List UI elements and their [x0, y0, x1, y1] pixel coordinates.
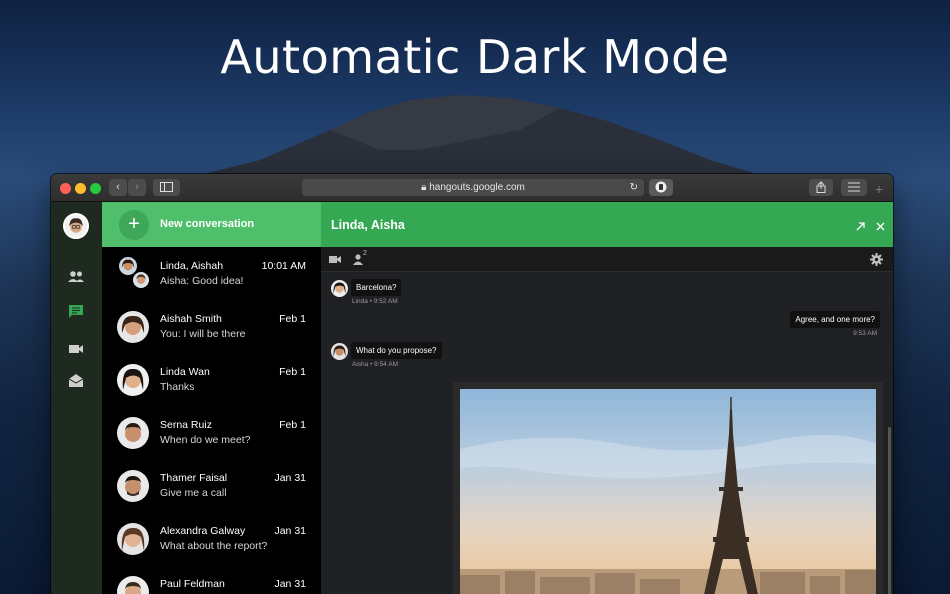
plus-icon: +: [119, 210, 149, 240]
new-tab-button[interactable]: +: [875, 182, 883, 196]
new-conversation-button[interactable]: + New conversation: [102, 202, 321, 247]
eiffel-tower-photo[interactable]: [460, 389, 876, 594]
conversation-name: Paul Feldman: [160, 578, 225, 590]
avatar-illustration: [65, 215, 87, 237]
avatar: [117, 417, 149, 449]
conversation-date: Feb 1: [279, 313, 306, 325]
list-icon: [848, 182, 860, 192]
user-avatar[interactable]: [63, 213, 89, 239]
close-icon[interactable]: [876, 222, 885, 231]
conversation-name: Thamer Faisal: [160, 472, 228, 484]
conversation-name: Aishah Smith: [160, 313, 222, 325]
reload-icon[interactable]: ↻: [630, 179, 638, 196]
conversation-item[interactable]: Aishah Smith You: I will be there Feb 1: [102, 300, 321, 352]
avatar: [331, 343, 348, 360]
tabs-button[interactable]: [841, 179, 867, 196]
conversation-item[interactable]: Thamer Faisal Give me a call Jan 31: [102, 459, 321, 511]
app-rail: [51, 202, 102, 594]
conversation-item[interactable]: Paul Feldman Jan 31: [102, 565, 321, 594]
conversation-date: Feb 1: [279, 366, 306, 378]
chat-title: Linda, Aisha: [331, 218, 405, 232]
conversation-preview: You: I will be there: [160, 328, 246, 340]
conversation-name: Linda Wan: [160, 366, 210, 378]
conversation-date: Jan 31: [274, 525, 306, 537]
conversation-item[interactable]: Serna Ruiz When do we meet? Feb 1: [102, 406, 321, 458]
forward-button[interactable]: ›: [128, 179, 146, 196]
avatar: [117, 311, 149, 343]
conversation-preview: Aisha: Good idea!: [160, 275, 244, 287]
conversation-preview: Thanks: [160, 381, 195, 393]
conversation-preview: Give me a call: [160, 487, 227, 499]
conversation-date: Jan 31: [274, 472, 306, 484]
eiffel-tower-illustration: [460, 397, 876, 594]
avatar: [117, 523, 149, 555]
avatar: [331, 280, 348, 297]
browser-toolbar: ‹ › 🔒︎ hangouts.google.com ↻ +: [51, 174, 893, 202]
conversation-item[interactable]: Linda Wan Thanks Feb 1: [102, 353, 321, 405]
lock-icon: 🔒︎: [421, 182, 427, 193]
chevron-right-icon: ›: [135, 181, 139, 193]
conversation-preview: When do we meet?: [160, 434, 251, 446]
headline: Automatic Dark Mode: [220, 30, 730, 84]
message-bubble: Agree, and one more?: [790, 311, 880, 328]
avatar: [117, 470, 149, 502]
message-bubble: Barcelona?: [351, 279, 402, 296]
conversation-name: Linda, Aishah: [160, 260, 224, 272]
pop-out-icon[interactable]: [856, 222, 865, 231]
chat-subheader: 2: [321, 247, 893, 272]
back-button[interactable]: ‹: [109, 179, 127, 196]
conversation-list: + New conversation Linda, Aishah Aisha: …: [102, 202, 321, 594]
address-bar[interactable]: 🔒︎ hangouts.google.com ↻: [302, 179, 644, 196]
message-meta: Linda • 9:52 AM: [352, 298, 398, 305]
participants-count: 2: [363, 250, 367, 257]
message-bubble: What do you propose?: [351, 342, 442, 359]
avatar: [132, 271, 150, 289]
sidebar-toggle-button[interactable]: [153, 179, 180, 196]
chat-pane: Linda, Aisha 2 Barcelona? Linda • 9:52 A…: [321, 202, 893, 594]
people-icon[interactable]: [67, 268, 85, 286]
chat-header: Linda, Aisha: [321, 202, 893, 247]
url-text: hangouts.google.com: [429, 182, 525, 193]
inbox-icon[interactable]: [67, 372, 85, 390]
zoom-window-button[interactable]: [90, 183, 101, 194]
conversation-item[interactable]: Alexandra Galway What about the report? …: [102, 512, 321, 564]
conversation-name: Alexandra Galway: [160, 525, 246, 537]
conversation-date: Jan 31: [274, 578, 306, 590]
avatar: [117, 576, 149, 594]
share-button[interactable]: [809, 179, 833, 196]
chevron-left-icon: ‹: [116, 181, 120, 193]
share-icon: [816, 181, 826, 193]
video-icon[interactable]: [67, 340, 85, 358]
conversation-name: Serna Ruiz: [160, 419, 212, 431]
conversation-preview: What about the report?: [160, 540, 268, 552]
chat-scrollbar[interactable]: [888, 427, 891, 594]
gear-icon[interactable]: [870, 253, 883, 266]
avatar: [117, 364, 149, 396]
conversation-date: Feb 1: [279, 419, 306, 431]
message-meta: Aisha • 9:54 AM: [352, 361, 398, 368]
extension-icon: [655, 181, 667, 193]
chat-icon[interactable]: [67, 303, 85, 321]
message-meta: 9:53 AM: [853, 330, 877, 337]
minimize-window-button[interactable]: [75, 183, 86, 194]
browser-window: ‹ › 🔒︎ hangouts.google.com ↻ + + New con…: [51, 174, 893, 594]
new-conversation-label: New conversation: [160, 218, 255, 230]
conversation-date: 10:01 AM: [261, 260, 306, 272]
video-call-icon[interactable]: [329, 255, 342, 264]
extension-button[interactable]: [649, 179, 673, 196]
conversation-item[interactable]: Linda, Aishah Aisha: Good idea! 10:01 AM: [102, 247, 321, 299]
close-window-button[interactable]: [60, 183, 71, 194]
sidebar-icon: [160, 182, 173, 192]
